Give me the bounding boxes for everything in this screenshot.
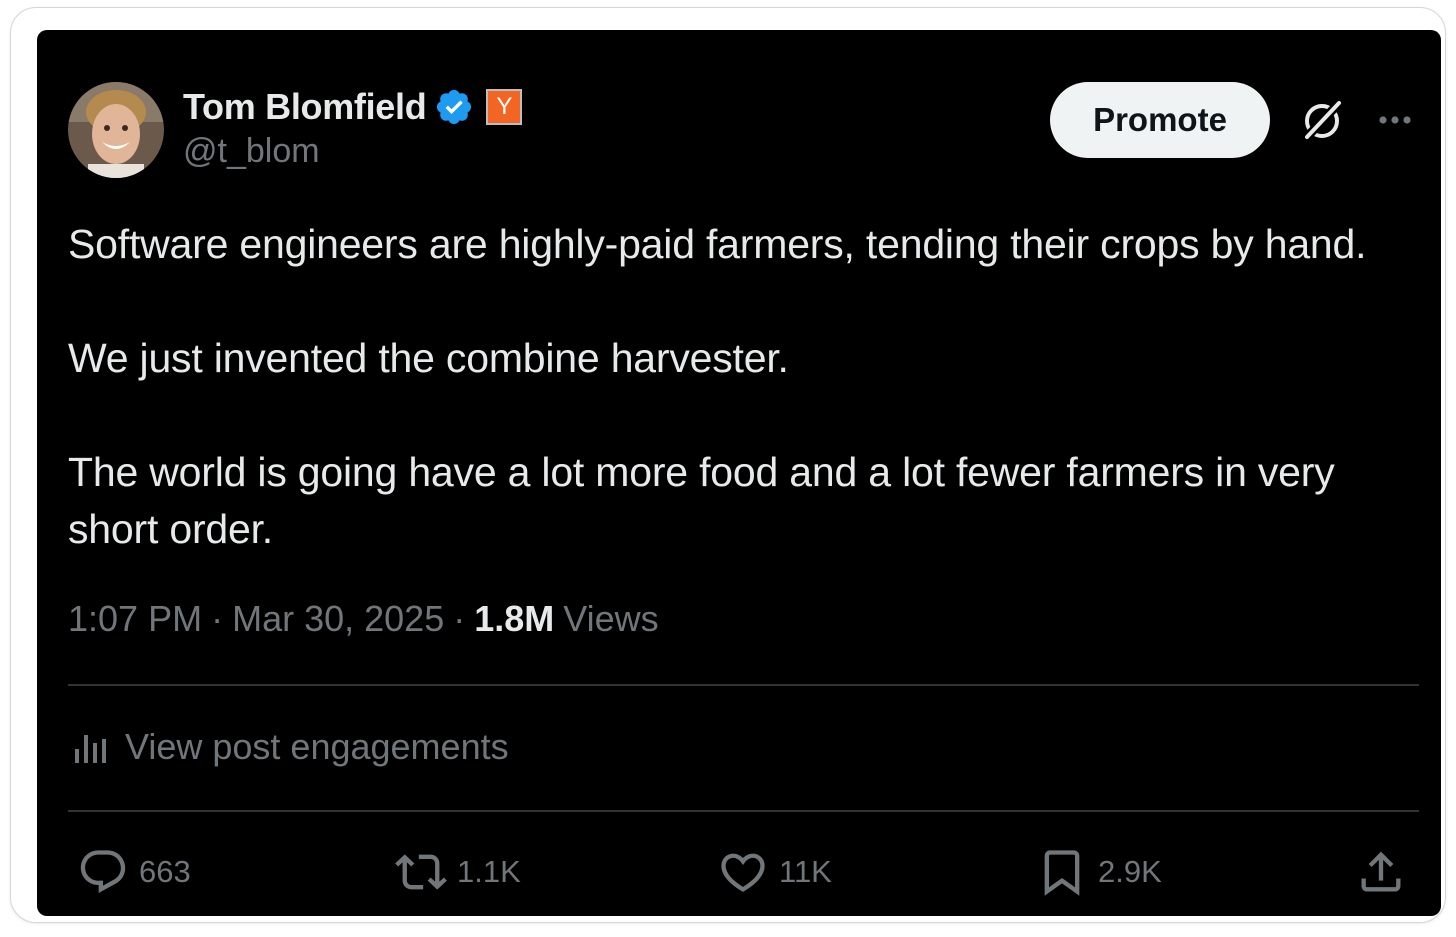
repost-count: 1.1K	[457, 854, 521, 889]
avatar[interactable]	[68, 82, 164, 178]
tweet-card: Tom Blomfield Y @t_blom Promote Software…	[37, 30, 1441, 916]
promote-button[interactable]: Promote	[1050, 82, 1270, 158]
avatar-photo	[68, 82, 164, 178]
repost-icon	[395, 854, 447, 890]
reply-button[interactable]: 663	[77, 842, 191, 902]
share-button[interactable]	[1355, 842, 1417, 902]
views-count: 1.8M	[474, 598, 555, 639]
author-handle[interactable]: @t_blom	[183, 132, 320, 171]
author-name-row: Tom Blomfield Y	[183, 84, 523, 130]
grok-slash-icon[interactable]	[1298, 96, 1346, 144]
tweet-date[interactable]: Mar 30, 2025	[232, 598, 444, 640]
tweet-paragraph: The world is going have a lot more food …	[68, 449, 1335, 552]
views-label: Views	[563, 598, 659, 639]
tweet-paragraph: Software engineers are highly-paid farme…	[68, 221, 1367, 267]
share-icon	[1361, 851, 1401, 892]
reply-icon	[80, 850, 126, 894]
yc-affiliate-badge[interactable]: Y	[486, 89, 523, 125]
view-engagements-label: View post engagements	[125, 726, 509, 767]
meta-separator: ·	[453, 598, 466, 639]
tweet-paragraph: We just invented the combine harvester.	[68, 335, 789, 381]
verified-badge-icon[interactable]	[434, 87, 474, 127]
yc-badge-label: Y	[496, 93, 513, 120]
repost-button[interactable]: 1.1K	[395, 842, 521, 902]
bookmark-icon	[1044, 850, 1080, 896]
like-button[interactable]: 11K	[717, 842, 832, 902]
action-bar: 663 1.1K 11K 2.9K	[37, 842, 1441, 902]
more-dots-icon[interactable]	[1375, 102, 1415, 138]
bookmark-button[interactable]: 2.9K	[1036, 842, 1162, 902]
bookmark-count: 2.9K	[1098, 854, 1162, 889]
author-name[interactable]: Tom Blomfield	[183, 86, 427, 128]
meta-separator: ·	[211, 598, 224, 639]
divider	[68, 810, 1419, 812]
heart-icon	[721, 853, 765, 892]
like-count: 11K	[779, 854, 832, 889]
view-engagements-link[interactable]: View post engagements	[71, 726, 509, 768]
tweet-meta: 1:07 PM · Mar 30, 2025 · 1.8M Views	[68, 598, 659, 640]
reply-count: 663	[139, 854, 191, 889]
bar-chart-icon	[75, 735, 106, 763]
divider	[68, 684, 1419, 686]
tweet-time[interactable]: 1:07 PM	[68, 598, 202, 640]
tweet-text: Software engineers are highly-paid farme…	[68, 216, 1428, 558]
screenshot-frame: Tom Blomfield Y @t_blom Promote Software…	[10, 7, 1446, 923]
